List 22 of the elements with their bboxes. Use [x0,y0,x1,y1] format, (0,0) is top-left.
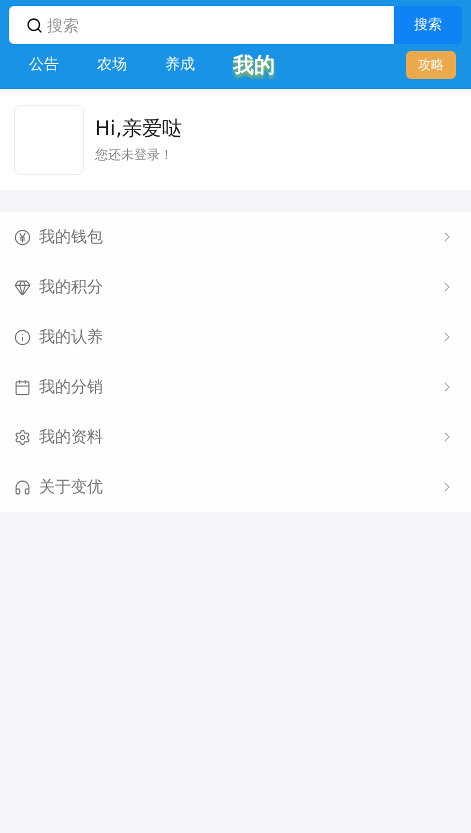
greeting: Hi,亲爱哒 [95,115,182,142]
nav-tab[interactable]: 我的 [233,50,275,78]
menu-item[interactable]: 我的积分 [0,262,471,312]
nav-tab[interactable]: 农场 [97,55,127,74]
gear-icon [14,428,31,446]
nav-tab[interactable]: 养成 [165,55,195,74]
menu-item[interactable]: 我的认养 [0,312,471,362]
diamond-icon [14,278,31,296]
menu-item[interactable]: 关于变优 [0,462,471,512]
search-button[interactable]: 搜索 [394,6,462,44]
nav-tab[interactable]: 公告 [29,55,59,74]
calendar-icon [14,378,31,396]
login-status: 您还未登录！ [95,147,174,164]
search-icon [26,16,43,34]
info-icon [14,328,31,346]
headphones-icon [14,478,31,496]
menu-item[interactable]: 我的资料 [0,412,471,462]
menu-item[interactable]: 我的钱包 [0,212,471,262]
search-input[interactable]: 搜索 [45,14,394,36]
menu-item[interactable]: 我的分销 [0,362,471,412]
search-field[interactable]: 搜索 [9,6,394,44]
yen-icon [14,228,31,246]
